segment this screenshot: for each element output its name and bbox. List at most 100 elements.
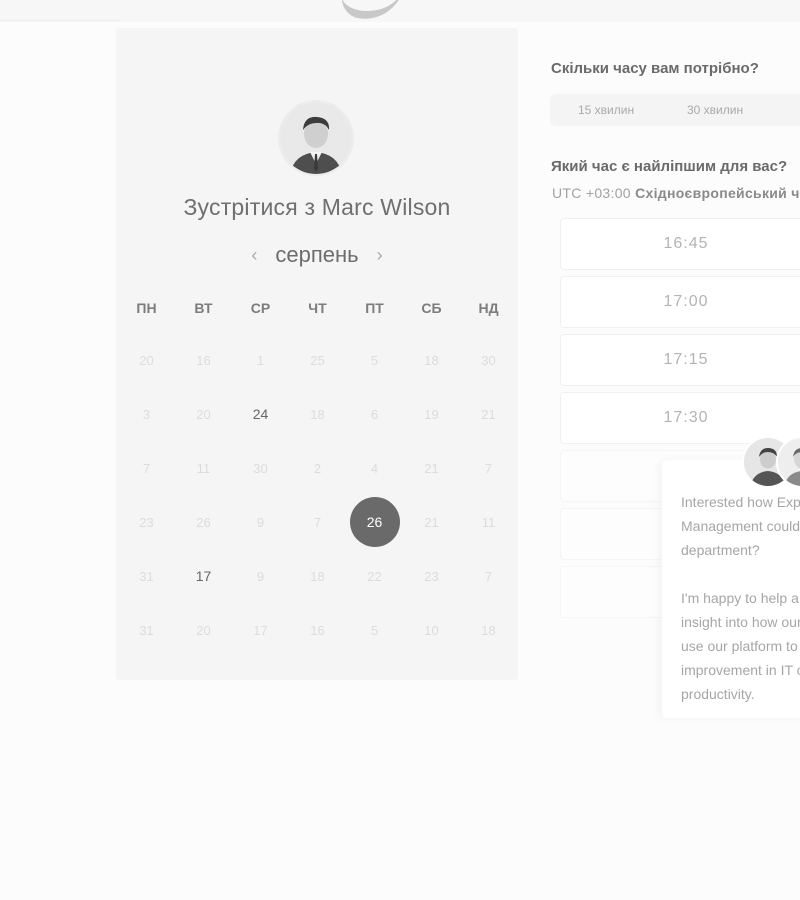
calendar-day[interactable]: 17 xyxy=(175,549,232,603)
calendar-day-label: 22 xyxy=(367,568,382,584)
duration-option-30[interactable]: 30 хвилин xyxy=(687,103,743,117)
calendar-day-label: 21 xyxy=(481,406,496,422)
calendar-day: 9 xyxy=(232,549,289,603)
calendar-day[interactable]: 24 xyxy=(232,387,289,441)
calendar-day: 30 xyxy=(460,333,517,387)
weekday-label: ПТ xyxy=(365,300,384,316)
calendar-day: 7 xyxy=(289,495,346,549)
calendar-day: 20 xyxy=(175,603,232,657)
calendar-day: 30 xyxy=(232,441,289,495)
calendar-day: 16 xyxy=(289,603,346,657)
calendar-day-label: 11 xyxy=(481,514,496,530)
weekday-label: СР xyxy=(250,300,271,316)
timezone-name: Східноєвропейський час xyxy=(635,185,800,201)
calendar-day-label: 30 xyxy=(481,352,496,368)
calendar-day: 22 xyxy=(346,549,403,603)
calendar-day-label: 21 xyxy=(424,514,439,530)
top-bar xyxy=(0,0,800,22)
calendar-day-label: 11 xyxy=(196,460,211,476)
calendar-day-label: 6 xyxy=(370,406,379,422)
duration-option-15[interactable]: 15 хвилин xyxy=(578,103,634,117)
timezone-offset: UTC +03:00 xyxy=(552,185,631,201)
calendar-day-label: 20 xyxy=(139,352,154,368)
calendar-day-label: 18 xyxy=(310,406,325,422)
calendar-day: 20 xyxy=(118,333,175,387)
weekday-label: НД xyxy=(478,300,499,316)
calendar-day-label: 4 xyxy=(370,460,379,476)
calendar-day-label: 16 xyxy=(310,622,325,638)
calendar-day: 19 xyxy=(403,387,460,441)
weekday-header: ПН ВТ СР ЧТ ПТ СБ НД xyxy=(118,300,518,316)
meeting-title: Зустрітися з Marc Wilson xyxy=(183,194,451,220)
top-divider xyxy=(0,20,120,21)
calendar-day: 11 xyxy=(460,495,517,549)
calendar-day: 20 xyxy=(175,387,232,441)
time-slot[interactable]: 17:15 xyxy=(560,334,800,386)
calendar-day: 5 xyxy=(346,333,403,387)
calendar-day-label: 5 xyxy=(370,622,379,638)
month-label: серпень xyxy=(275,242,359,267)
calendar-day: 21 xyxy=(403,495,460,549)
time-question: Який час є найліпшим для вас? xyxy=(551,158,788,175)
calendar-day-label: 31 xyxy=(139,568,154,584)
calendar-day: 18 xyxy=(289,387,346,441)
calendar-day: 21 xyxy=(460,387,517,441)
calendar-day: 7 xyxy=(460,549,517,603)
calendar-day-label: 3 xyxy=(142,406,151,422)
calendar-day-label: 5 xyxy=(370,352,379,368)
calendar-day: 11 xyxy=(175,441,232,495)
weekday-label: ПН xyxy=(136,300,157,316)
calendar-day: 16 xyxy=(175,333,232,387)
calendar-day-label: 24 xyxy=(252,406,269,422)
host-avatar xyxy=(280,102,352,174)
calendar-day: 6 xyxy=(346,387,403,441)
calendar-day-label: 18 xyxy=(310,568,325,584)
calendar-day: 1 xyxy=(232,333,289,387)
calendar-day: 23 xyxy=(403,549,460,603)
calendar-day-label: 20 xyxy=(196,622,211,638)
duration-selector: 15 хвилин 30 хвилин xyxy=(550,94,800,126)
calendar-day-label: 17 xyxy=(253,622,268,638)
calendar-day-selected[interactable]: 26 xyxy=(346,495,403,549)
calendar-day-label: 23 xyxy=(424,568,439,584)
calendar-day-label: 31 xyxy=(139,622,154,638)
calendar-day-label: 30 xyxy=(253,460,268,476)
calendar-day-label: 19 xyxy=(424,406,439,422)
calendar-day-label: 7 xyxy=(313,514,322,530)
calendar-day-label: 7 xyxy=(484,568,493,584)
calendar-day: 9 xyxy=(232,495,289,549)
calendar-day: 21 xyxy=(403,441,460,495)
chevron-left-icon[interactable]: ‹ xyxy=(251,246,257,264)
calendar-day: 31 xyxy=(118,603,175,657)
calendar-day: 4 xyxy=(346,441,403,495)
duration-question: Скільки часу вам потрібно? xyxy=(551,60,759,77)
calendar-day: 26 xyxy=(175,495,232,549)
calendar-day: 18 xyxy=(289,549,346,603)
weekday-label: ЧТ xyxy=(308,300,327,316)
calendar-day: 18 xyxy=(403,333,460,387)
calendar-day: 17 xyxy=(232,603,289,657)
time-slot[interactable]: 17:00 xyxy=(560,276,800,328)
calendar-day: 7 xyxy=(460,441,517,495)
calendar-day-label: 7 xyxy=(484,460,493,476)
calendar-day: 2 xyxy=(289,441,346,495)
chevron-right-icon[interactable]: › xyxy=(377,246,383,264)
calendar-day: 18 xyxy=(460,603,517,657)
calendar-day-label: 18 xyxy=(481,622,496,638)
chat-message: Interested how Exp Management could depa… xyxy=(681,494,800,702)
time-slot[interactable]: 16:45 xyxy=(560,218,800,270)
timezone-selector[interactable]: UTC +03:00 Східноєвропейський час xyxy=(552,185,800,201)
calendar-day-label: 10 xyxy=(424,622,439,638)
calendar-panel: Зустрітися з Marc Wilson ‹ серпень › ПН … xyxy=(116,28,518,680)
weekday-label: ВТ xyxy=(194,300,213,316)
calendar-day-label: 1 xyxy=(256,352,265,368)
calendar-day-label: 18 xyxy=(424,352,439,368)
calendar-day: 31 xyxy=(118,549,175,603)
calendar-day-label: 20 xyxy=(196,406,211,422)
calendar-day-label: 7 xyxy=(142,460,151,476)
calendar-day: 23 xyxy=(118,495,175,549)
calendar-days-grid: 20 16 1 25 5 18 30 3 20 24 18 6 19 21 7 11 30 2 4 21 7 23 26 9 7… xyxy=(118,333,518,657)
calendar-day-label: 9 xyxy=(256,514,265,530)
calendar-day-label: 23 xyxy=(139,514,154,530)
calendar-day: 10 xyxy=(403,603,460,657)
